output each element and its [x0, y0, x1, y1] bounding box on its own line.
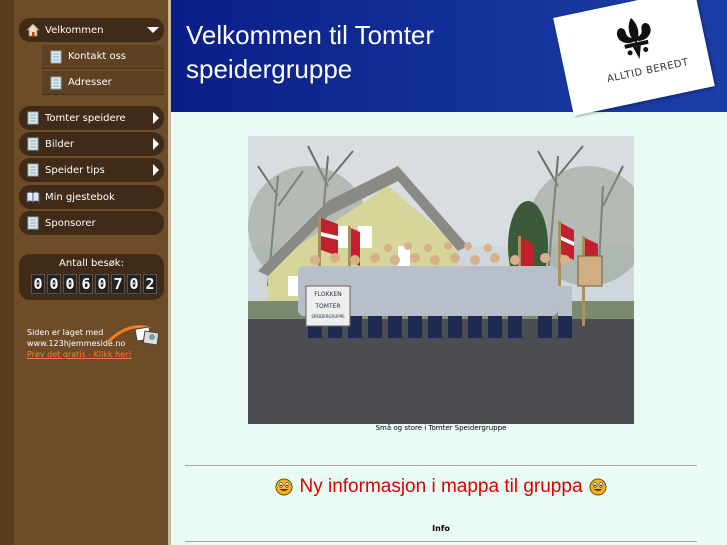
- counter-digit: 0: [127, 274, 141, 294]
- try-free-link[interactable]: Prøv det gratis - Klikk her!: [27, 349, 132, 360]
- book-icon: [26, 190, 40, 204]
- nav-item-bilder[interactable]: Bilder: [19, 132, 164, 156]
- page-icon: [26, 111, 40, 125]
- smiley-icon: [589, 478, 607, 496]
- page-title-line2: speidergruppe: [186, 54, 353, 84]
- visit-counter: Antall besøk: 0 0 0 6 0 7 0 2: [19, 254, 164, 300]
- scout-banner-line2: TOMTER: [314, 303, 340, 310]
- visit-counter-digits: 0 0 0 6 0 7 0 2: [31, 274, 157, 294]
- group-photo: FLOKKEN TOMTER SPEIDERGRUPPE: [248, 136, 634, 424]
- counter-digit: 6: [79, 274, 93, 294]
- nav-item-label: Kontakt oss: [68, 51, 126, 62]
- nav-item-tomter-speidere[interactable]: Tomter speidere: [19, 106, 164, 130]
- nav-item-label: Bilder: [45, 138, 75, 150]
- news-heading: Ny informasjon i mappa til gruppa: [185, 476, 697, 498]
- counter-digit: 2: [143, 274, 157, 294]
- counter-digit: 0: [63, 274, 77, 294]
- nav-item-label: Speider tips: [45, 164, 105, 176]
- counter-digit: 0: [47, 274, 61, 294]
- nav-item-velkommen[interactable]: Velkommen: [19, 18, 164, 42]
- news-heading-text: Ny informasjon i mappa til gruppa: [299, 476, 583, 497]
- visit-counter-label: Antall besøk:: [59, 258, 124, 269]
- home-icon: [26, 23, 40, 37]
- nav-item-label: Sponsorer: [45, 217, 96, 229]
- chevron-right-icon: [153, 164, 159, 176]
- nav-item-label: Adresser: [68, 77, 112, 88]
- page-icon: [26, 216, 40, 230]
- nav-item-label: Tomter speidere: [45, 112, 126, 124]
- nav-item-speider-tips[interactable]: Speider tips: [19, 158, 164, 182]
- chevron-right-icon: [153, 138, 159, 150]
- divider-top: [185, 465, 697, 466]
- nav-item-sponsorer[interactable]: Sponsorer: [19, 211, 164, 235]
- info-label: Info: [432, 524, 450, 533]
- counter-digit: 0: [95, 274, 109, 294]
- nav-item-label: Velkommen: [45, 24, 104, 36]
- page-icon: [49, 76, 63, 90]
- chevron-down-icon: [147, 27, 159, 33]
- counter-digit: 0: [31, 274, 45, 294]
- sidebar-edge: [0, 0, 14, 545]
- fleur-de-lis-icon: [616, 17, 651, 59]
- divider-bottom: [185, 541, 697, 542]
- page-title-line1: Velkommen til Tomter: [186, 20, 435, 50]
- page-icon: [26, 137, 40, 151]
- counter-digit: 7: [111, 274, 125, 294]
- nav-item-kontakt-oss[interactable]: Kontakt oss: [42, 45, 164, 69]
- page-title: Velkommen til Tomter speidergruppe: [186, 18, 434, 86]
- scout-banner-line1: FLOKKEN: [314, 291, 341, 298]
- page-icon: [49, 50, 63, 64]
- page-icon: [26, 163, 40, 177]
- scout-banner-line3: SPEIDERGRUPPE: [311, 314, 345, 319]
- photo-caption: Små og store i Tomter Speidergruppe: [375, 424, 507, 432]
- swoosh-logo-icon: [108, 325, 160, 346]
- nav-item-adresser[interactable]: Adresser: [42, 71, 164, 95]
- chevron-right-icon: [153, 112, 159, 124]
- nav-item-min-gjestebok[interactable]: Min gjestebok: [19, 185, 164, 209]
- nav-item-label: Min gjestebok: [45, 191, 115, 203]
- smiley-icon: [275, 478, 293, 496]
